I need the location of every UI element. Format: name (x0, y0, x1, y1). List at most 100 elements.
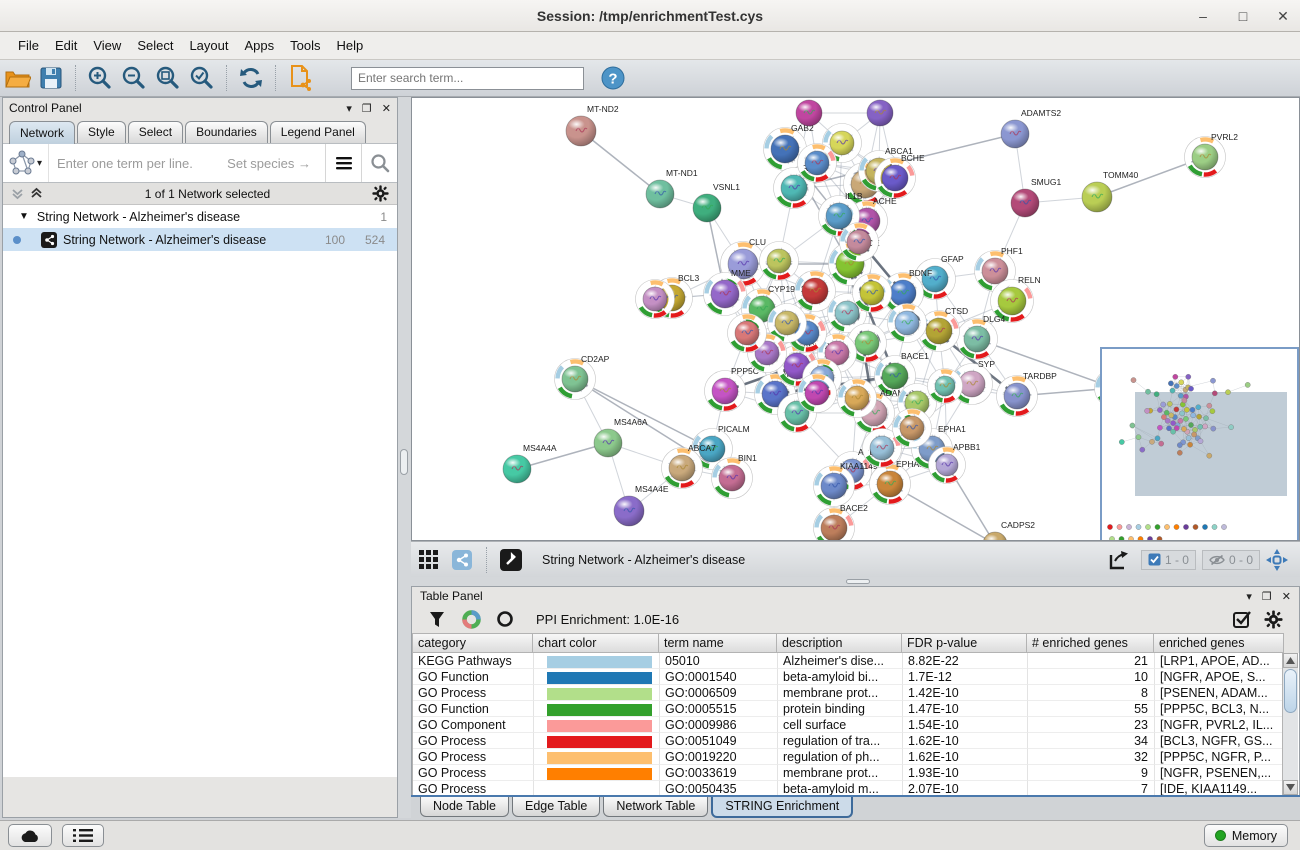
network-node[interactable] (760, 242, 799, 281)
export-network-button[interactable] (1103, 545, 1133, 575)
splitter-handle[interactable] (846, 579, 870, 584)
save-session-button[interactable] (36, 63, 66, 93)
table-row[interactable]: GO ProcessGO:0033619membrane prot...1.93… (413, 765, 1299, 781)
zoom-out-button[interactable] (119, 63, 149, 93)
table-scrollbar[interactable] (1282, 653, 1298, 795)
tab-select[interactable]: Select (128, 121, 183, 143)
collapse-all-icon[interactable] (11, 187, 24, 200)
network-node-cadps2[interactable]: CADPS2 (983, 520, 1035, 540)
cloud-status-button[interactable] (8, 824, 52, 847)
string-search-button[interactable] (361, 144, 397, 182)
scroll-up-button[interactable] (1283, 653, 1298, 668)
zoom-in-button[interactable] (85, 63, 115, 93)
panel-float-icon[interactable]: ❐ (1262, 590, 1272, 603)
tab-network[interactable]: Network (9, 121, 75, 144)
string-query-input[interactable]: Enter one term per line. Set species → (49, 156, 325, 171)
tab-network-table[interactable]: Network Table (603, 797, 708, 817)
pie-chart-button[interactable] (456, 604, 486, 634)
grid-view-button[interactable] (413, 545, 443, 575)
network-node-ppp5c[interactable]: PPP5C (705, 366, 759, 412)
network-node-adamts2[interactable]: ADAMTS2 (1001, 108, 1061, 148)
table-row[interactable]: GO FunctionGO:0001540beta-amyloid bi...1… (413, 669, 1299, 685)
column-header-description[interactable]: description (777, 633, 902, 653)
zoom-fit-button[interactable] (153, 63, 183, 93)
menu-tools[interactable]: Tools (282, 34, 328, 57)
network-node[interactable] (796, 100, 822, 126)
scrollbar-thumb[interactable] (1284, 669, 1297, 713)
birds-eye-view[interactable] (1100, 347, 1299, 541)
network-collection-row[interactable]: ▼ String Network - Alzheimer's disease 1 (3, 205, 397, 228)
network-node[interactable] (928, 369, 963, 404)
network-node[interactable] (853, 274, 892, 313)
open-session-button[interactable] (2, 63, 32, 93)
panel-menu-icon[interactable]: ▾ (1246, 590, 1252, 603)
table-row[interactable]: GO ProcessGO:0050435beta-amyloid m...2.0… (413, 781, 1299, 795)
network-node-mt-nd1[interactable]: MT-ND1 (646, 168, 698, 208)
select-rows-checkbox-icon[interactable] (1233, 610, 1252, 629)
column-header-FDR-p-value[interactable]: FDR p-value (902, 633, 1027, 653)
minimize-button[interactable]: – (1194, 8, 1212, 24)
panel-close-icon[interactable]: ✕ (382, 102, 391, 115)
tree-expander-icon[interactable]: ▼ (19, 211, 29, 222)
network-node-clu[interactable]: CLU (721, 237, 767, 287)
table-row[interactable]: GO FunctionGO:0005515protein binding1.47… (413, 701, 1299, 717)
tab-legend-panel[interactable]: Legend Panel (270, 121, 366, 143)
gear-icon[interactable] (372, 185, 389, 202)
column-header--enriched-genes[interactable]: # enriched genes (1027, 633, 1154, 653)
column-header-term-name[interactable]: term name (659, 633, 777, 653)
network-row[interactable]: String Network - Alzheimer's disease 100… (3, 228, 397, 251)
column-header-chart-color[interactable]: chart color (533, 633, 659, 653)
string-view-button[interactable] (447, 545, 477, 575)
menu-layout[interactable]: Layout (181, 34, 236, 57)
network-node-tomm40[interactable]: TOMM40 (1082, 170, 1139, 212)
table-row[interactable]: KEGG Pathways05010Alzheimer's dise...8.8… (413, 653, 1299, 669)
network-node-kiaa1149[interactable]: KIAA1149 (814, 461, 878, 507)
menu-edit[interactable]: Edit (47, 34, 85, 57)
table-row[interactable]: GO ProcessGO:0019220regulation of ph...1… (413, 749, 1299, 765)
expand-all-icon[interactable] (30, 187, 43, 200)
filter-button[interactable] (422, 604, 452, 634)
ring-chart-button[interactable] (490, 604, 520, 634)
network-node-mt-nd2[interactable]: MT-ND2 (566, 104, 619, 146)
set-species-link[interactable]: Set species → (227, 156, 325, 171)
maximize-button[interactable]: □ (1234, 8, 1252, 24)
menu-apps[interactable]: Apps (237, 34, 283, 57)
panel-close-icon[interactable]: ✕ (1282, 590, 1291, 603)
network-node[interactable] (893, 409, 932, 448)
scroll-down-button[interactable] (1283, 780, 1298, 795)
refresh-button[interactable] (236, 63, 266, 93)
network-node[interactable] (728, 314, 767, 353)
network-node[interactable] (798, 144, 837, 183)
network-node[interactable] (838, 379, 877, 418)
table-row[interactable]: GO ComponentGO:0009986cell surface1.54E-… (413, 717, 1299, 733)
panel-float-icon[interactable]: ❐ (362, 102, 372, 115)
network-node[interactable] (867, 100, 893, 126)
navigate-button[interactable] (1262, 545, 1292, 575)
gear-icon[interactable] (1264, 610, 1283, 629)
table-row[interactable]: GO ProcessGO:0051049regulation of tra...… (413, 733, 1299, 749)
network-node-pvrl2[interactable]: PVRL2 (1185, 132, 1239, 178)
network-canvas[interactable]: MT-ND2MT-ND1VSNL1GAB2IRS1ADAMTS2SMUG1TOM… (411, 97, 1300, 541)
zoom-selected-button[interactable] (187, 63, 217, 93)
string-options-button[interactable] (325, 144, 361, 182)
network-node[interactable] (823, 124, 862, 163)
tab-edge-table[interactable]: Edge Table (512, 797, 600, 817)
column-header-enriched-genes[interactable]: enriched genes (1154, 633, 1284, 653)
splitter-handle[interactable] (400, 449, 408, 475)
tab-node-table[interactable]: Node Table (420, 797, 509, 817)
menu-help[interactable]: Help (329, 34, 372, 57)
network-node[interactable] (840, 223, 879, 262)
memory-button[interactable]: Memory (1204, 824, 1288, 847)
network-node-ms4a4a[interactable]: MS4A4A (503, 443, 557, 483)
task-history-button[interactable] (62, 824, 104, 847)
column-header-category[interactable]: category (412, 633, 533, 653)
menu-file[interactable]: File (10, 34, 47, 57)
panel-menu-icon[interactable]: ▾ (346, 102, 352, 115)
network-node[interactable] (636, 280, 675, 319)
network-node-vsnl1[interactable]: VSNL1 (693, 182, 740, 222)
network-node-ms4a6a[interactable]: MS4A6A (594, 417, 648, 457)
network-node[interactable] (798, 374, 837, 413)
network-node-smug1[interactable]: SMUG1 (1011, 177, 1062, 217)
horizontal-splitter[interactable] (411, 577, 1300, 586)
menu-view[interactable]: View (85, 34, 129, 57)
